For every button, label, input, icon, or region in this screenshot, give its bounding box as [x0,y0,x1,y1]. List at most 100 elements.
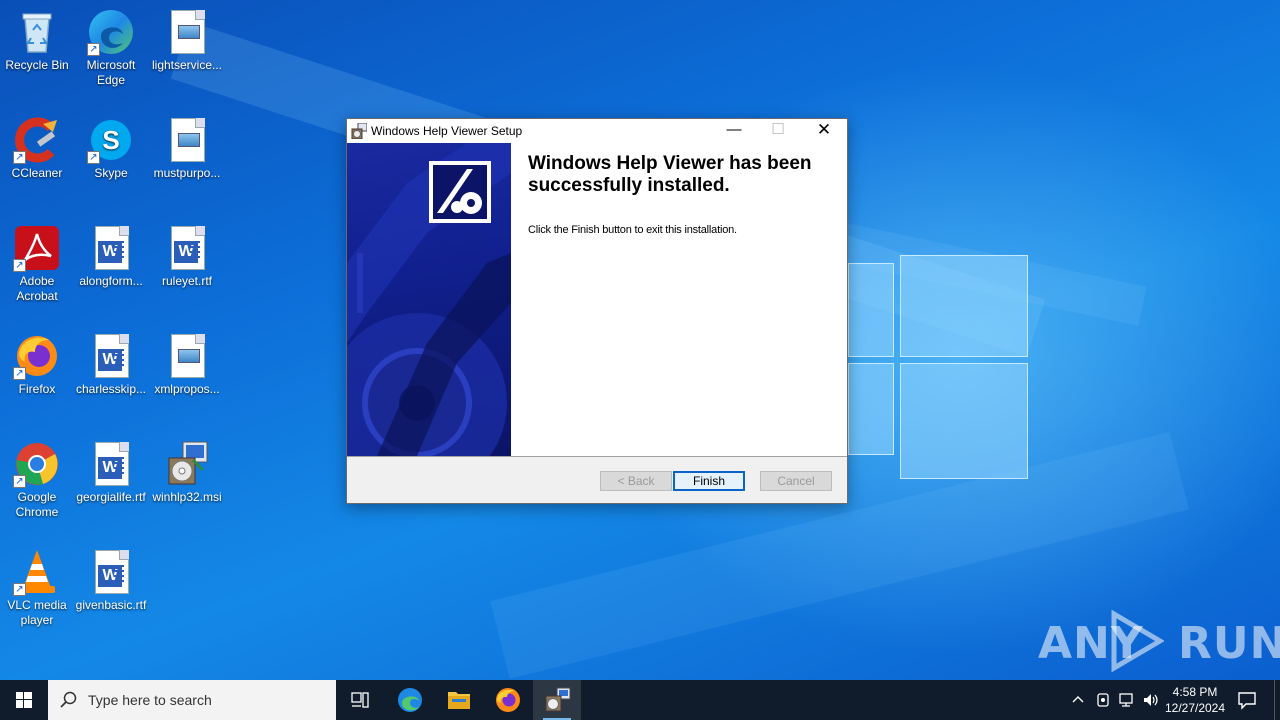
maximize-button[interactable]: ☐ [755,119,801,143]
desktop-icon-label: Adobe Acrobat [16,274,58,303]
chrome-icon: ↗ [13,440,61,488]
desktop-icon-label: VLC media player [7,598,67,627]
setup-dialog: Windows Help Viewer Setup — ☐ ✕ Windows … [346,118,848,504]
desktop-icon-xmlpropos[interactable]: xmlpropos... [149,332,225,397]
word-document-icon: W [87,332,135,380]
desktop-icon-alongform[interactable]: W alongform... [73,224,149,289]
desktop-icon-google-chrome[interactable]: ↗ Google Chrome [0,440,75,520]
desktop-icon-lightservice[interactable]: lightservice... [149,8,225,73]
install-complete-message: Click the Finish button to exit this ins… [528,224,737,236]
desktop-icon-label: CCleaner [11,166,63,180]
system-clock[interactable]: 4:58 PM 12/27/2024 [1160,684,1230,716]
desktop-icon-mustpurpo[interactable]: mustpurpo... [149,116,225,181]
desktop-icon-georgialife[interactable]: W georgialife.rtf [73,440,149,505]
volume-icon[interactable] [1141,690,1161,710]
close-button[interactable]: ✕ [801,119,847,143]
desktop-icon-adobe-acrobat[interactable]: ↗ Adobe Acrobat [0,224,75,304]
desktop-icon-label: georgialife.rtf [76,490,146,504]
ccleaner-icon: ↗ [13,116,61,164]
desktop-icon-givenbasic[interactable]: W givenbasic.rtf [73,548,149,613]
shortcut-arrow-icon: ↗ [13,475,26,488]
task-view-icon [351,692,369,708]
desktop-icon-label: Recycle Bin [5,58,69,72]
network-icon[interactable] [1117,690,1137,710]
search-icon [60,691,78,709]
svg-text:S: S [102,125,119,155]
tray-device-icon[interactable] [1093,690,1113,710]
shortcut-arrow-icon: ↗ [13,583,26,596]
recycle-bin-icon [13,8,61,56]
edge-icon: ↗ [87,8,135,56]
word-document-icon: W [87,224,135,272]
installer-app-icon [545,687,571,712]
word-document-icon: W [87,548,135,596]
desktop-icon-label: Google Chrome [15,490,59,519]
desktop-icon-label: Skype [94,166,128,180]
taskbar-firefox[interactable] [484,680,532,720]
desktop-icon-recycle-bin[interactable]: Recycle Bin [0,8,75,73]
desktop-icon-label: Firefox [18,382,56,396]
desktop-icon-label: xmlpropos... [154,382,220,396]
windows-start-icon [16,692,32,708]
taskbar: Type here to search 4:58 PM 12/27/2024 [0,680,1280,720]
skype-icon: S ↗ [87,116,135,164]
desktop-icon-label: winhlp32.msi [152,490,222,504]
desktop-icon-label: mustpurpo... [153,166,221,180]
desktop-icon-label: charlesskip... [75,382,147,396]
show-desktop-button[interactable] [1274,680,1280,720]
windows-logo-graphic [830,235,1030,485]
clock-time: 4:58 PM [1172,685,1218,699]
shortcut-arrow-icon: ↗ [13,367,26,380]
firefox-icon [496,688,520,712]
desktop-icon-firefox[interactable]: ↗ Firefox [0,332,75,397]
desktop-icon-ccleaner[interactable]: ↗ CCleaner [0,116,75,181]
play-triangle-icon [1111,610,1164,672]
shortcut-arrow-icon: ↗ [13,259,26,272]
installer-banner-image [347,143,511,456]
start-button[interactable] [0,680,48,720]
installer-app-icon [351,122,368,140]
image-file-icon [163,116,211,164]
search-placeholder: Type here to search [88,692,212,708]
back-button[interactable]: < Back [600,471,672,491]
vlc-cone-icon: ↗ [13,548,61,596]
desktop-icon-vlc-media-player[interactable]: ↗ VLC media player [0,548,75,628]
installer-package-icon [163,440,211,488]
shortcut-arrow-icon: ↗ [87,43,100,56]
desktop-icon-microsoft-edge[interactable]: ↗ Microsoft Edge [73,8,149,88]
desktop-icon-label: Microsoft Edge [86,58,136,87]
finish-button[interactable]: Finish [673,471,745,491]
clock-date: 12/27/2024 [1164,701,1226,715]
tray-overflow-chevron-icon[interactable] [1068,690,1088,710]
dialog-titlebar[interactable]: Windows Help Viewer Setup — ☐ ✕ [347,119,847,143]
notification-center-icon[interactable] [1236,689,1258,711]
folder-icon [448,692,470,709]
edge-icon [398,688,422,712]
taskbar-search-box[interactable]: Type here to search [48,680,336,720]
taskbar-installer[interactable] [533,680,581,720]
minimize-button[interactable]: — [711,119,757,143]
image-file-icon [163,8,211,56]
desktop-icon-ruleyet[interactable]: W ruleyet.rtf [149,224,225,289]
taskbar-edge[interactable] [386,680,434,720]
taskbar-file-explorer[interactable] [435,680,483,720]
dialog-content: Windows Help Viewer has been successfull… [511,143,847,456]
desktop-icon-winhlp32-msi[interactable]: winhlp32.msi [149,440,225,505]
image-file-icon [163,332,211,380]
desktop-icon-skype[interactable]: S ↗ Skype [73,116,149,181]
word-document-icon: W [163,224,211,272]
watermark-text-right: RUN [1178,618,1280,669]
desktop-icon-label: givenbasic.rtf [75,598,147,612]
desktop-icon-charlesskip[interactable]: W charlesskip... [73,332,149,397]
install-complete-heading: Windows Help Viewer has been successfull… [528,153,812,196]
adobe-acrobat-icon: ↗ [13,224,61,272]
cancel-button[interactable]: Cancel [760,471,832,491]
desktop-icon-label: lightservice... [151,58,223,72]
dialog-footer: < Back Finish Cancel [347,456,847,503]
desktop-icon-label: alongform... [79,274,143,288]
firefox-icon: ↗ [13,332,61,380]
shortcut-arrow-icon: ↗ [13,151,26,164]
task-view-button[interactable] [336,680,384,720]
desktop-icon-label: ruleyet.rtf [161,274,212,288]
word-document-icon: W [87,440,135,488]
